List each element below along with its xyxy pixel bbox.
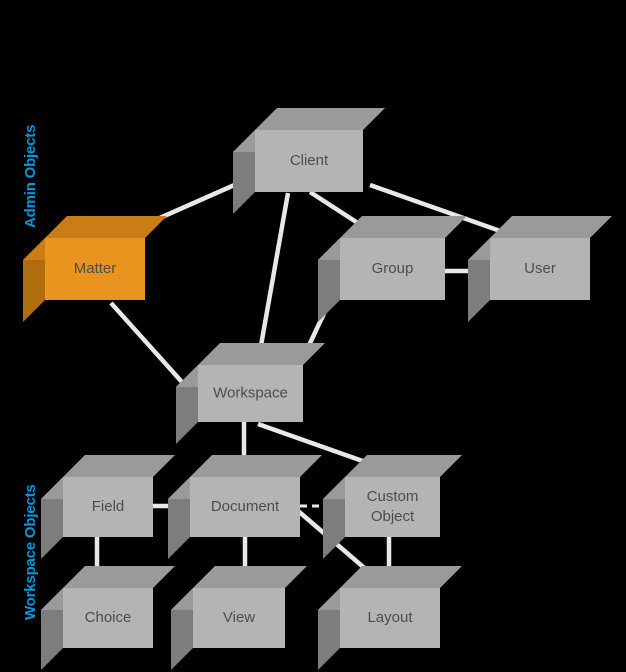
node-label-group: Group (372, 260, 414, 277)
node-label-view: View (223, 609, 255, 626)
connector-layer (94, 172, 535, 592)
node-top-face (490, 216, 612, 238)
node-top-face (193, 566, 307, 588)
node-choice[interactable]: Choice (41, 566, 175, 670)
node-top-face (198, 343, 325, 365)
node-top-face (340, 216, 467, 238)
node-top-face (45, 216, 167, 238)
node-workspace[interactable]: Workspace (176, 343, 325, 444)
node-client[interactable]: Client (233, 108, 385, 214)
node-label-custom_object: Custom (367, 488, 419, 505)
node-top-face (255, 108, 385, 130)
node-custom_object[interactable]: Custom Object (323, 455, 462, 559)
node-label-layout: Layout (367, 609, 413, 626)
diagram-canvas: Matter Client Group User Workspace Field Docum… (0, 0, 626, 672)
node-matter[interactable]: Matter (23, 216, 167, 322)
node-top-face (63, 566, 175, 588)
node-view[interactable]: View (171, 566, 307, 670)
node-group[interactable]: Group (318, 216, 467, 322)
node-label-field: Field (92, 498, 125, 515)
node-top-face (63, 455, 175, 477)
node-top-face (190, 455, 322, 477)
node-layer: Matter Client Group User Workspace Field Docum… (23, 108, 612, 670)
node-label-choice: Choice (85, 609, 132, 626)
object-model-diagram: Matter Client Group User Workspace Field Docum… (23, 108, 612, 670)
node-label-client: Client (290, 152, 329, 169)
node-top-face (345, 455, 462, 477)
node-label-matter: Matter (74, 260, 117, 277)
node-label-document: Document (211, 498, 280, 515)
node-label-workspace: Workspace (213, 384, 288, 401)
node-top-face (340, 566, 462, 588)
node-label-custom_object: Object (371, 508, 415, 525)
node-layout[interactable]: Layout (318, 566, 462, 670)
section-label-workspace: Workspace Objects (22, 484, 39, 620)
node-label-user: User (524, 260, 556, 277)
section-label-admin: Admin Objects (22, 124, 39, 228)
node-user[interactable]: User (468, 216, 612, 322)
